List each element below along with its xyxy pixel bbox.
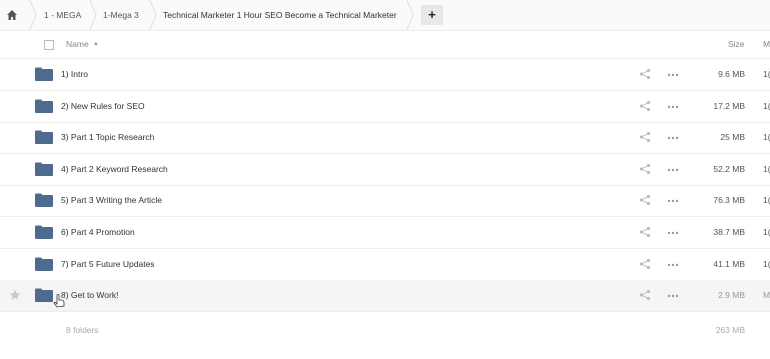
breadcrumb-item-mega-3[interactable]: 1-Mega 3 xyxy=(103,0,139,30)
more-options-icon[interactable] xyxy=(667,168,679,172)
folder-modified: M xyxy=(763,290,770,301)
folder-size: 25 MB xyxy=(720,132,745,143)
share-icon[interactable] xyxy=(639,289,651,301)
folder-size: 2.9 MB xyxy=(718,290,745,301)
hand-cursor-icon xyxy=(53,294,65,308)
folder-count: 8 folders xyxy=(66,325,99,335)
folder-icon xyxy=(35,257,53,271)
folder-name[interactable]: 1) Intro xyxy=(61,59,88,90)
folder-row[interactable]: 8) Get to Work! 2.9 MB M xyxy=(0,280,770,313)
folder-modified: 1( xyxy=(763,195,770,206)
folder-name[interactable]: 5) Part 3 Writing the Article xyxy=(61,185,162,216)
folder-size: 17.2 MB xyxy=(713,100,745,111)
more-options-icon[interactable] xyxy=(667,105,679,109)
breadcrumb-separator-icon xyxy=(29,0,37,30)
folder-icon xyxy=(35,130,53,145)
folder-row[interactable]: 2) New Rules for SEO 17.2 MB 1( xyxy=(0,91,770,123)
more-options-icon[interactable] xyxy=(667,73,679,77)
share-icon[interactable] xyxy=(639,258,651,270)
share-icon[interactable] xyxy=(639,163,651,175)
more-options-icon[interactable] xyxy=(667,231,679,235)
folder-row[interactable]: 6) Part 4 Promotion 38.7 MB 1( xyxy=(0,217,770,249)
column-header: Name ▲ Size M xyxy=(0,31,770,59)
folder-row[interactable]: 3) Part 1 Topic Research 25 MB 1( xyxy=(0,122,770,155)
add-button[interactable]: + xyxy=(421,5,443,25)
folder-row[interactable]: 5) Part 3 Writing the Article 76.3 MB 1( xyxy=(0,185,770,218)
folder-name[interactable]: 7) Part 5 Future Updates xyxy=(61,249,155,280)
name-column-header[interactable]: Name xyxy=(66,31,89,58)
folder-size: 76.3 MB xyxy=(713,195,745,206)
select-all-checkbox[interactable] xyxy=(44,40,54,50)
more-options-icon[interactable] xyxy=(667,263,679,267)
share-icon[interactable] xyxy=(639,131,651,143)
folder-icon xyxy=(35,67,53,81)
share-icon[interactable] xyxy=(639,68,651,80)
more-options-icon[interactable] xyxy=(667,199,679,203)
more-options-icon[interactable] xyxy=(667,136,679,140)
folder-size: 9.6 MB xyxy=(718,69,745,79)
share-icon[interactable] xyxy=(639,226,651,238)
folder-icon xyxy=(35,225,53,239)
folder-icon xyxy=(35,162,53,176)
folder-modified: 1( xyxy=(763,227,770,237)
breadcrumb-item-mega[interactable]: 1 - MEGA xyxy=(44,0,81,30)
folder-icon xyxy=(35,193,53,208)
breadcrumb-item-current[interactable]: Technical Marketer 1 Hour SEO Become a T… xyxy=(163,0,397,30)
folder-name[interactable]: 4) Part 2 Keyword Research xyxy=(61,154,168,185)
folder-row[interactable]: 4) Part 2 Keyword Research 52.2 MB 1( xyxy=(0,154,770,186)
folder-size: 52.2 MB xyxy=(713,163,745,174)
folder-row[interactable]: 7) Part 5 Future Updates 41.1 MB 1( xyxy=(0,249,770,281)
breadcrumb-separator-icon xyxy=(89,0,97,30)
folder-name[interactable]: 2) New Rules for SEO xyxy=(61,91,145,122)
breadcrumb-separator-icon xyxy=(406,0,414,30)
folder-summary: 8 folders 263 MB xyxy=(0,320,770,340)
share-icon[interactable] xyxy=(639,100,651,112)
folder-size: 38.7 MB xyxy=(713,227,745,237)
folder-icon xyxy=(35,99,53,113)
more-options-icon[interactable] xyxy=(667,294,679,298)
modified-column-header[interactable]: M xyxy=(763,31,770,58)
folder-icon xyxy=(35,288,53,303)
folder-name[interactable]: 8) Get to Work! xyxy=(61,280,118,311)
folder-modified: 1( xyxy=(763,163,770,174)
breadcrumb-separator-icon xyxy=(149,0,157,30)
breadcrumb: 1 - MEGA 1-Mega 3 Technical Marketer 1 H… xyxy=(0,0,770,31)
folder-modified: 1( xyxy=(763,132,770,143)
folder-modified: 1( xyxy=(763,258,770,269)
star-icon[interactable] xyxy=(9,289,21,301)
folder-size: 41.1 MB xyxy=(713,258,745,269)
folder-name[interactable]: 3) Part 1 Topic Research xyxy=(61,122,154,153)
folder-modified: 1( xyxy=(763,69,770,79)
folder-name[interactable]: 6) Part 4 Promotion xyxy=(61,217,135,248)
share-icon[interactable] xyxy=(639,194,651,206)
sort-up-icon[interactable]: ▲ xyxy=(93,31,99,58)
size-column-header[interactable]: Size xyxy=(728,31,745,58)
folder-modified: 1( xyxy=(763,100,770,111)
total-size: 263 MB xyxy=(715,325,745,335)
home-icon[interactable] xyxy=(6,0,20,30)
folder-row[interactable]: 1) Intro 9.6 MB 1( xyxy=(0,59,770,91)
